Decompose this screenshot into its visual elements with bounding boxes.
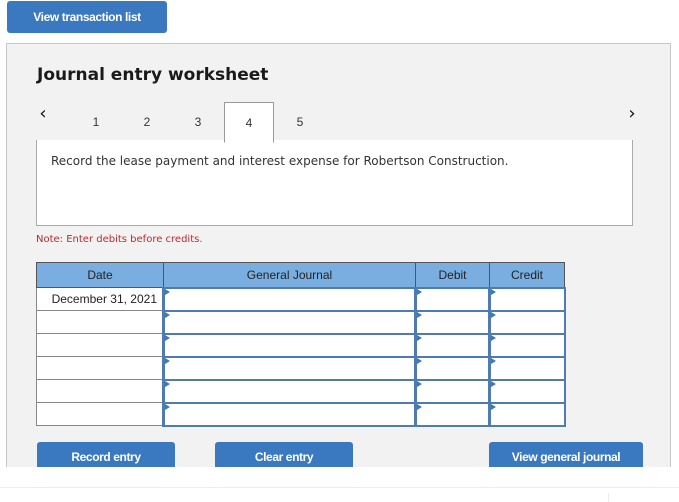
tab-4[interactable]: 4	[224, 102, 274, 143]
credit-input[interactable]	[491, 403, 564, 425]
cell-marker-icon	[165, 380, 170, 387]
table-row	[36, 401, 566, 427]
account-input-cell[interactable]	[162, 309, 417, 335]
credit-input[interactable]	[491, 311, 564, 333]
debit-input[interactable]	[417, 380, 488, 402]
cell-marker-icon	[491, 380, 496, 387]
cell-marker-icon	[491, 357, 496, 364]
credit-input-cell[interactable]	[488, 286, 566, 312]
account-input-cell[interactable]	[162, 355, 417, 381]
account-input[interactable]	[165, 311, 414, 333]
credit-input-cell[interactable]	[488, 401, 566, 427]
cell-marker-icon	[417, 311, 422, 318]
cell-marker-icon	[417, 334, 422, 341]
date-cell[interactable]	[36, 379, 164, 403]
date-cell[interactable]	[36, 356, 164, 380]
date-cell[interactable]: December 31, 2021	[36, 287, 164, 311]
bottom-divider-tick	[608, 493, 609, 502]
credit-input-cell[interactable]	[488, 355, 566, 381]
tab-1[interactable]: 1	[71, 102, 121, 141]
credit-input-cell[interactable]	[488, 378, 566, 404]
note-text: Note: Enter debits before credits.	[36, 234, 203, 245]
cell-marker-icon	[165, 357, 170, 364]
account-input-cell[interactable]	[162, 332, 417, 358]
debit-input[interactable]	[417, 357, 488, 379]
debit-input[interactable]	[417, 288, 488, 310]
bottom-divider	[0, 487, 679, 488]
credit-input[interactable]	[491, 357, 564, 379]
account-input-cell[interactable]	[162, 286, 417, 312]
table-row	[36, 332, 566, 358]
cell-marker-icon	[491, 288, 496, 295]
cell-marker-icon	[491, 311, 496, 318]
cell-marker-icon	[417, 380, 422, 387]
table-row	[36, 355, 566, 381]
cell-marker-icon	[417, 288, 422, 295]
header-credit: Credit	[489, 262, 565, 288]
table-header-row: Date General Journal Debit Credit	[36, 262, 565, 288]
cell-marker-icon	[417, 403, 422, 410]
date-cell[interactable]	[36, 402, 164, 426]
debit-input[interactable]	[417, 334, 488, 356]
cell-marker-icon	[165, 311, 170, 318]
worksheet-title: Journal entry worksheet	[37, 65, 269, 85]
credit-input[interactable]	[491, 288, 564, 310]
cell-marker-icon	[165, 403, 170, 410]
debit-input-cell[interactable]	[414, 332, 491, 358]
credit-input-cell[interactable]	[488, 309, 566, 335]
account-input[interactable]	[165, 380, 414, 402]
journal-entry-worksheet-panel: Journal entry worksheet ‹ › 1 2 3 4 5 Re…	[6, 43, 671, 467]
cell-marker-icon	[417, 357, 422, 364]
header-debit: Debit	[415, 262, 490, 288]
journal-table: Date General Journal Debit Credit Decemb…	[36, 262, 566, 427]
tab-2[interactable]: 2	[122, 102, 172, 141]
view-transaction-list-button[interactable]: View transaction list	[7, 1, 167, 33]
cell-marker-icon	[165, 334, 170, 341]
chevron-left-icon[interactable]: ‹	[35, 104, 51, 124]
credit-input-cell[interactable]	[488, 332, 566, 358]
tab-5[interactable]: 5	[275, 102, 325, 141]
debit-input[interactable]	[417, 403, 488, 425]
chevron-right-icon[interactable]: ›	[624, 104, 640, 124]
credit-input[interactable]	[491, 380, 564, 402]
table-row: December 31, 2021	[36, 286, 566, 312]
date-cell[interactable]	[36, 310, 164, 334]
account-input[interactable]	[165, 403, 414, 425]
debit-input-cell[interactable]	[414, 309, 491, 335]
account-input-cell[interactable]	[162, 401, 417, 427]
instruction-box: Record the lease payment and interest ex…	[36, 140, 633, 226]
cell-marker-icon	[165, 288, 170, 295]
account-input[interactable]	[165, 334, 414, 356]
debit-input-cell[interactable]	[414, 401, 491, 427]
credit-input[interactable]	[491, 334, 564, 356]
record-entry-button[interactable]: Record entry	[37, 442, 175, 467]
debit-input[interactable]	[417, 311, 488, 333]
cell-marker-icon	[491, 334, 496, 341]
view-general-journal-button[interactable]: View general journal	[489, 442, 643, 467]
debit-input-cell[interactable]	[414, 378, 491, 404]
table-row	[36, 378, 566, 404]
table-row	[36, 309, 566, 335]
account-input[interactable]	[165, 288, 414, 310]
account-input[interactable]	[165, 357, 414, 379]
header-general-journal: General Journal	[163, 262, 416, 288]
cell-marker-icon	[491, 403, 496, 410]
debit-input-cell[interactable]	[414, 286, 491, 312]
header-date: Date	[36, 262, 164, 288]
account-input-cell[interactable]	[162, 378, 417, 404]
clear-entry-button[interactable]: Clear entry	[215, 442, 353, 467]
debit-input-cell[interactable]	[414, 355, 491, 381]
date-cell[interactable]	[36, 333, 164, 357]
instruction-text: Record the lease payment and interest ex…	[51, 154, 509, 168]
tab-3[interactable]: 3	[173, 102, 223, 141]
